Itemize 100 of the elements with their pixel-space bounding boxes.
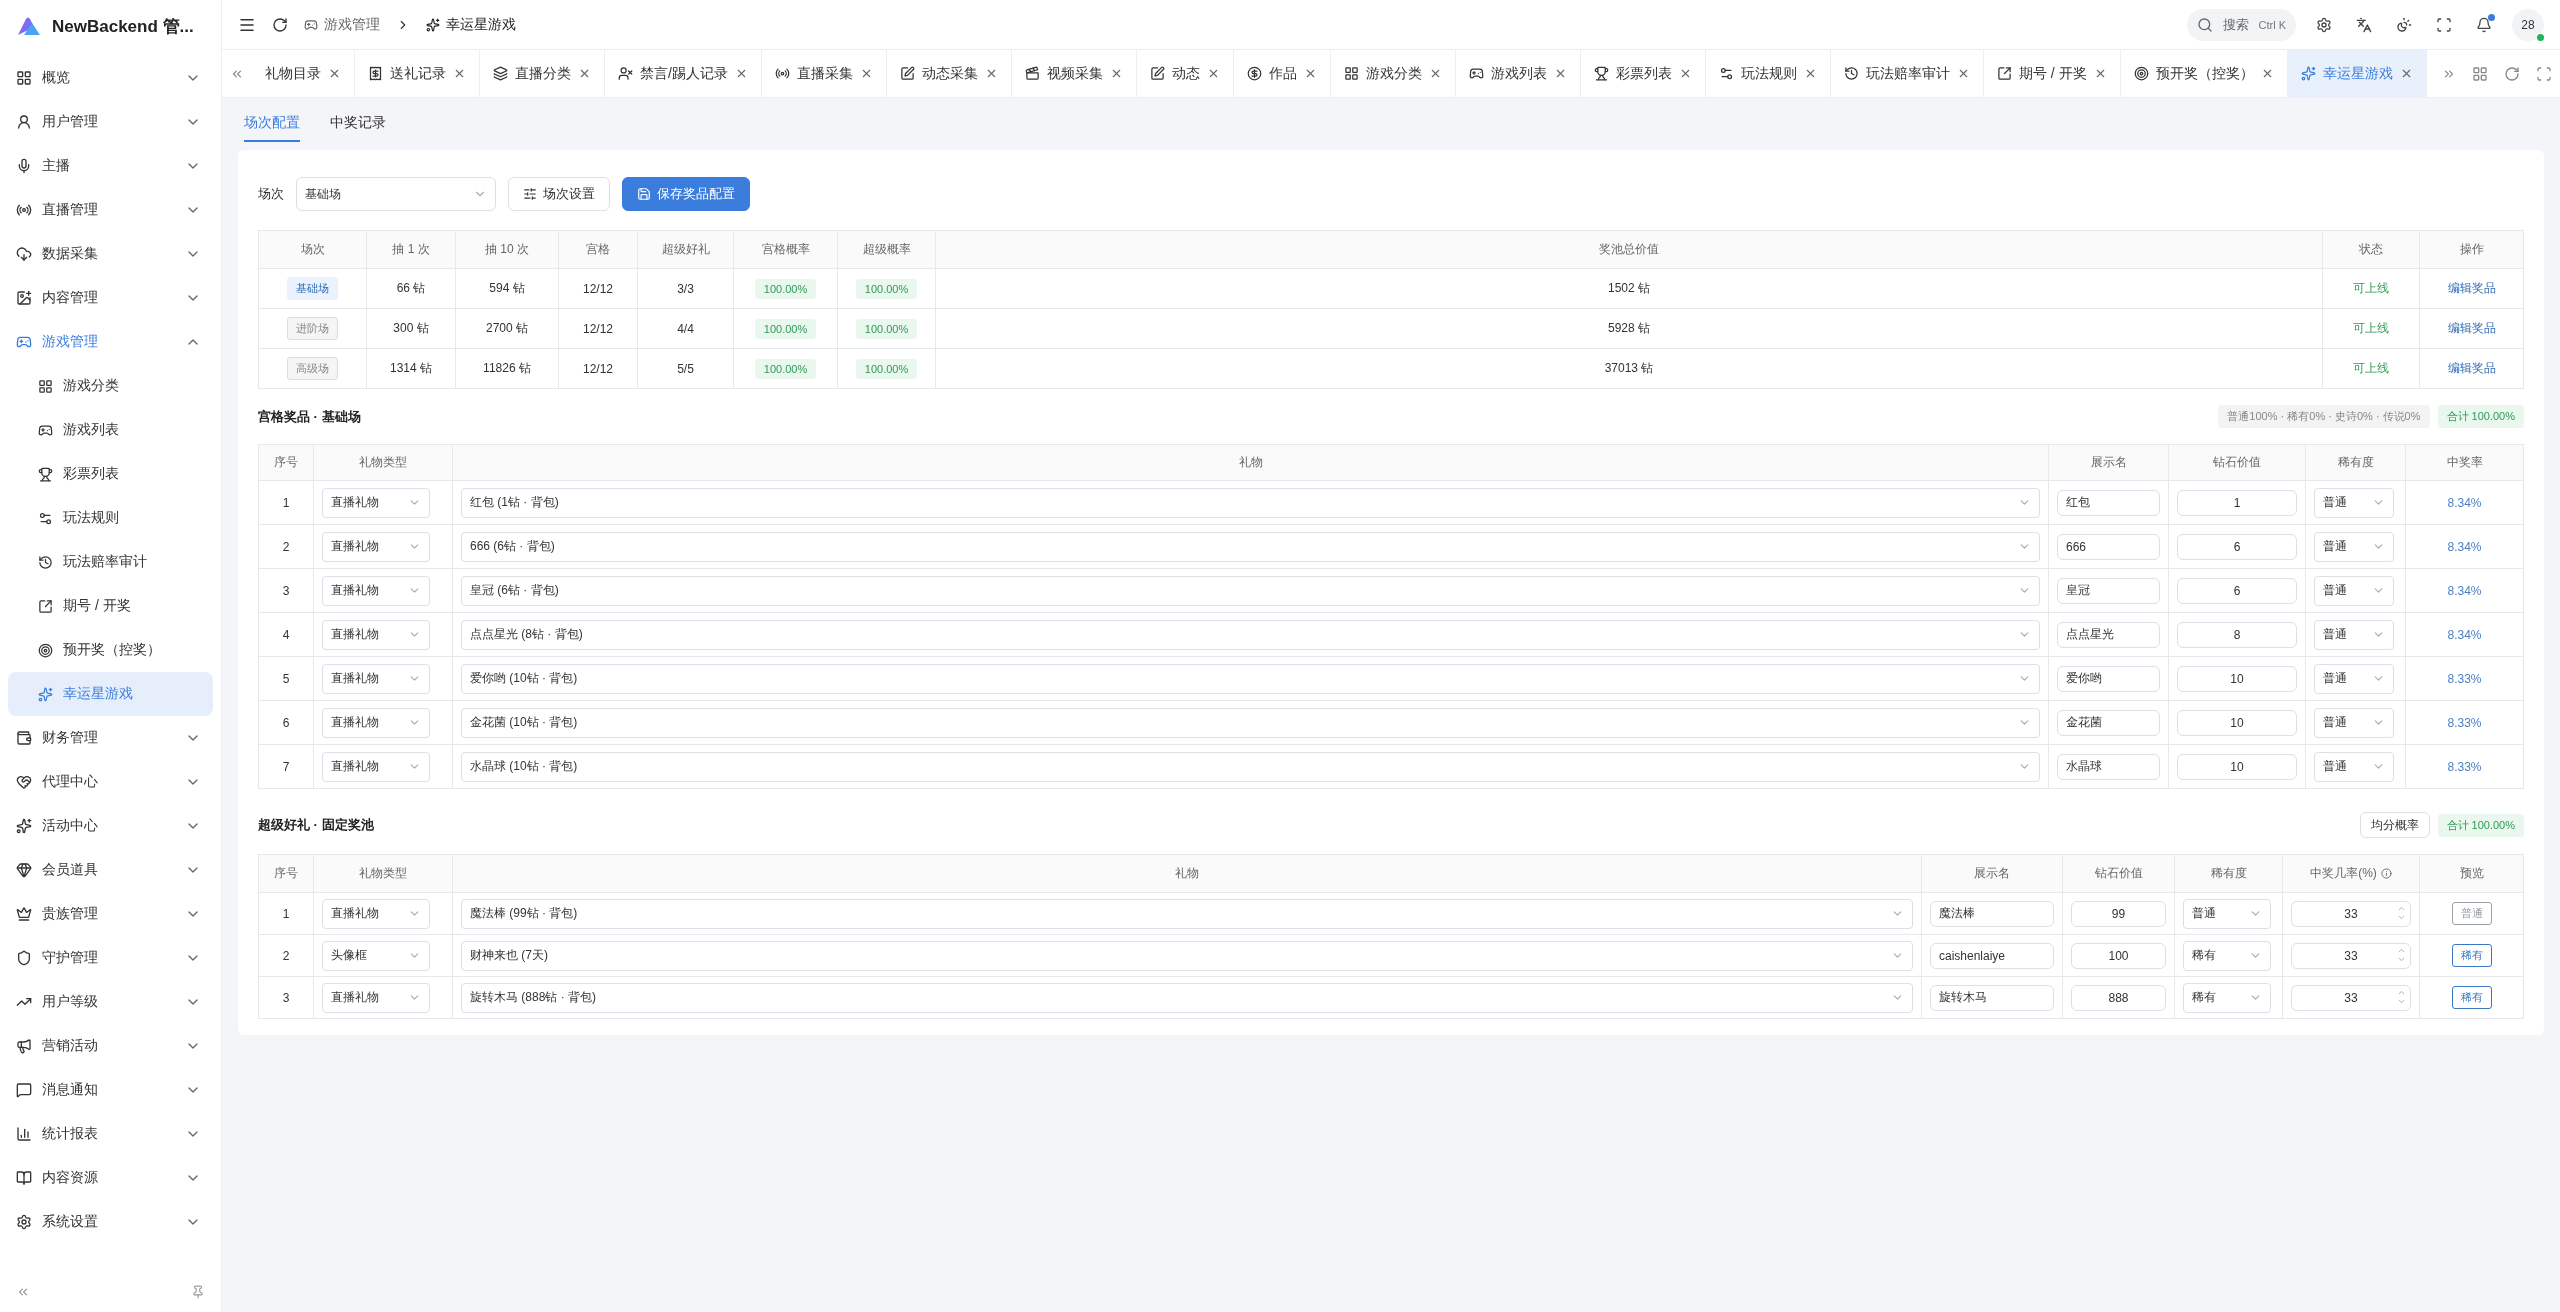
page-tab[interactable]: 直播分类 (480, 50, 605, 97)
grid-icon[interactable] (2472, 65, 2488, 82)
select-field[interactable]: 666 (6钻 · 背包) (461, 531, 2040, 562)
sidebar-item[interactable]: 用户等级 (8, 980, 213, 1024)
sidebar-item[interactable]: 直播管理 (8, 188, 213, 232)
page-tab[interactable]: 游戏分类 (1330, 50, 1456, 97)
select-field[interactable]: 普通 (2314, 487, 2394, 518)
name-field[interactable]: 旋转木马 (1930, 984, 2054, 1011)
sidebar-item[interactable]: 期号 / 开奖 (8, 584, 213, 628)
sidebar-item[interactable]: 数据采集 (8, 232, 213, 276)
sidebar-item[interactable]: 内容管理 (8, 276, 213, 320)
page-tab[interactable]: 幸运星游戏 (2287, 50, 2427, 97)
name-field[interactable]: 水晶球 (2057, 753, 2160, 780)
page-tab[interactable]: 玩法赔率审计 (1830, 50, 1984, 97)
rate-field[interactable]: 33 (2291, 984, 2411, 1011)
value-field[interactable]: 1 (2177, 489, 2297, 516)
sidebar-item[interactable]: 用户管理 (8, 100, 213, 144)
value-field[interactable]: 100 (2071, 942, 2166, 969)
breadcrumb-item[interactable]: 幸运星游戏 (426, 15, 516, 34)
page-tab[interactable]: 禁言/踢人记录 (605, 50, 762, 97)
sidebar-item[interactable]: 彩票列表 (8, 452, 213, 496)
close-icon[interactable] (578, 67, 591, 80)
sidebar-item[interactable]: 消息通知 (8, 1068, 213, 1112)
value-field[interactable]: 10 (2177, 709, 2297, 736)
page-tab[interactable]: 作品 (1233, 50, 1331, 97)
value-field[interactable]: 6 (2177, 533, 2297, 560)
value-field[interactable]: 888 (2071, 984, 2166, 1011)
select-field[interactable]: 稀有 (2183, 940, 2271, 971)
page-tab[interactable]: 彩票列表 (1580, 50, 1706, 97)
sidebar-item[interactable]: 财务管理 (8, 716, 213, 760)
value-field[interactable]: 10 (2177, 665, 2297, 692)
value-field[interactable]: 10 (2177, 753, 2297, 780)
sidebar-item[interactable]: 主播 (8, 144, 213, 188)
page-tab[interactable]: 玩法规则 (1705, 50, 1831, 97)
sidebar-item[interactable]: 游戏列表 (8, 408, 213, 452)
name-field[interactable]: 金花菌 (2057, 709, 2160, 736)
rate-field[interactable]: 33 (2291, 942, 2411, 969)
sidebar-item[interactable]: 预开奖（控奖） (8, 628, 213, 672)
page-tab[interactable]: 动态 (1136, 50, 1234, 97)
sidebar-item[interactable]: 概览 (8, 56, 213, 100)
sidebar-item[interactable]: 系统设置 (8, 1200, 213, 1244)
select-field[interactable]: 魔法棒 (99钻 · 背包) (461, 898, 1913, 929)
select-field[interactable]: 红包 (1钻 · 背包) (461, 487, 2040, 518)
value-field[interactable]: 6 (2177, 577, 2297, 604)
name-field[interactable]: 点点星光 (2057, 621, 2160, 648)
section-tab[interactable]: 中奖记录 (330, 106, 386, 142)
select-field[interactable]: 直播礼物 (322, 898, 430, 929)
page-tab[interactable]: 动态采集 (886, 50, 1012, 97)
sidebar-item[interactable]: 营销活动 (8, 1024, 213, 1068)
sidebar-item[interactable]: 贵族管理 (8, 892, 213, 936)
page-tab[interactable]: 游戏列表 (1455, 50, 1581, 97)
select-field[interactable]: 直播礼物 (322, 751, 430, 782)
select-field[interactable]: 直播礼物 (322, 663, 430, 694)
name-field[interactable]: 魔法棒 (1930, 900, 2054, 927)
select-field[interactable]: 点点星光 (8钻 · 背包) (461, 619, 2040, 650)
select-field[interactable]: 普通 (2314, 663, 2394, 694)
sidebar-item[interactable]: 会员道具 (8, 848, 213, 892)
sidebar-item[interactable]: 游戏分类 (8, 364, 213, 408)
name-field[interactable]: caishenlaiye (1930, 942, 2054, 969)
sidebar-item[interactable]: 守护管理 (8, 936, 213, 980)
sidebar-item[interactable]: 幸运星游戏 (8, 672, 213, 716)
select-field[interactable]: 直播礼物 (322, 982, 430, 1013)
avatar[interactable]: 28 (2512, 8, 2544, 41)
close-icon[interactable] (453, 67, 466, 80)
value-field[interactable]: 8 (2177, 621, 2297, 648)
sidebar-item[interactable]: 活动中心 (8, 804, 213, 848)
section-tab[interactable]: 场次配置 (244, 106, 300, 142)
page-tab[interactable]: 直播采集 (761, 50, 887, 97)
select-field[interactable]: 财神来也 (7天) (461, 940, 1913, 971)
select-field[interactable]: 水晶球 (10钻 · 背包) (461, 751, 2040, 782)
edit-link[interactable]: 编辑奖品 (2447, 281, 2496, 295)
breadcrumb-item[interactable]: 游戏管理 (304, 15, 380, 34)
select-field[interactable]: 普通 (2183, 898, 2271, 929)
select-field[interactable]: 稀有 (2183, 982, 2271, 1013)
select-field[interactable]: 爱你哟 (10钻 · 背包) (461, 663, 2040, 694)
search-field[interactable]: 搜索 Ctrl K (2186, 8, 2296, 41)
select-field[interactable]: 普通 (2314, 575, 2394, 606)
select-field[interactable]: 皇冠 (6钻 · 背包) (461, 575, 2040, 606)
edit-link[interactable]: 编辑奖品 (2447, 361, 2496, 375)
select-field[interactable]: 直播礼物 (322, 619, 430, 650)
page-tab[interactable]: 视频采集 (1011, 50, 1137, 97)
name-field[interactable]: 皇冠 (2057, 577, 2160, 604)
select-field[interactable]: 头像框 (322, 940, 430, 971)
sidebar-item[interactable]: 代理中心 (8, 760, 213, 804)
select-field[interactable]: 普通 (2314, 707, 2394, 738)
name-field[interactable]: 红包 (2057, 489, 2160, 516)
info-icon[interactable] (2380, 868, 2392, 879)
page-tab[interactable]: 预开奖（控奖） (2120, 50, 2288, 97)
name-field[interactable]: 666 (2057, 533, 2160, 560)
page-tab[interactable]: 期号 / 开奖 (1983, 50, 2121, 97)
page-tab[interactable]: 礼物目录 (252, 50, 355, 97)
sidebar-item[interactable]: 玩法赔率审计 (8, 540, 213, 584)
select-field[interactable]: 普通 (2314, 751, 2394, 782)
name-field[interactable]: 爱你哟 (2057, 665, 2160, 692)
select-field[interactable]: 基础场 (296, 177, 496, 211)
select-field[interactable]: 普通 (2314, 531, 2394, 562)
session-tag[interactable]: 基础场 (287, 277, 338, 300)
save-button[interactable]: 保存奖品配置 (622, 177, 750, 211)
sidebar-item[interactable]: 内容资源 (8, 1156, 213, 1200)
settings-button[interactable]: 场次设置 (508, 177, 610, 211)
